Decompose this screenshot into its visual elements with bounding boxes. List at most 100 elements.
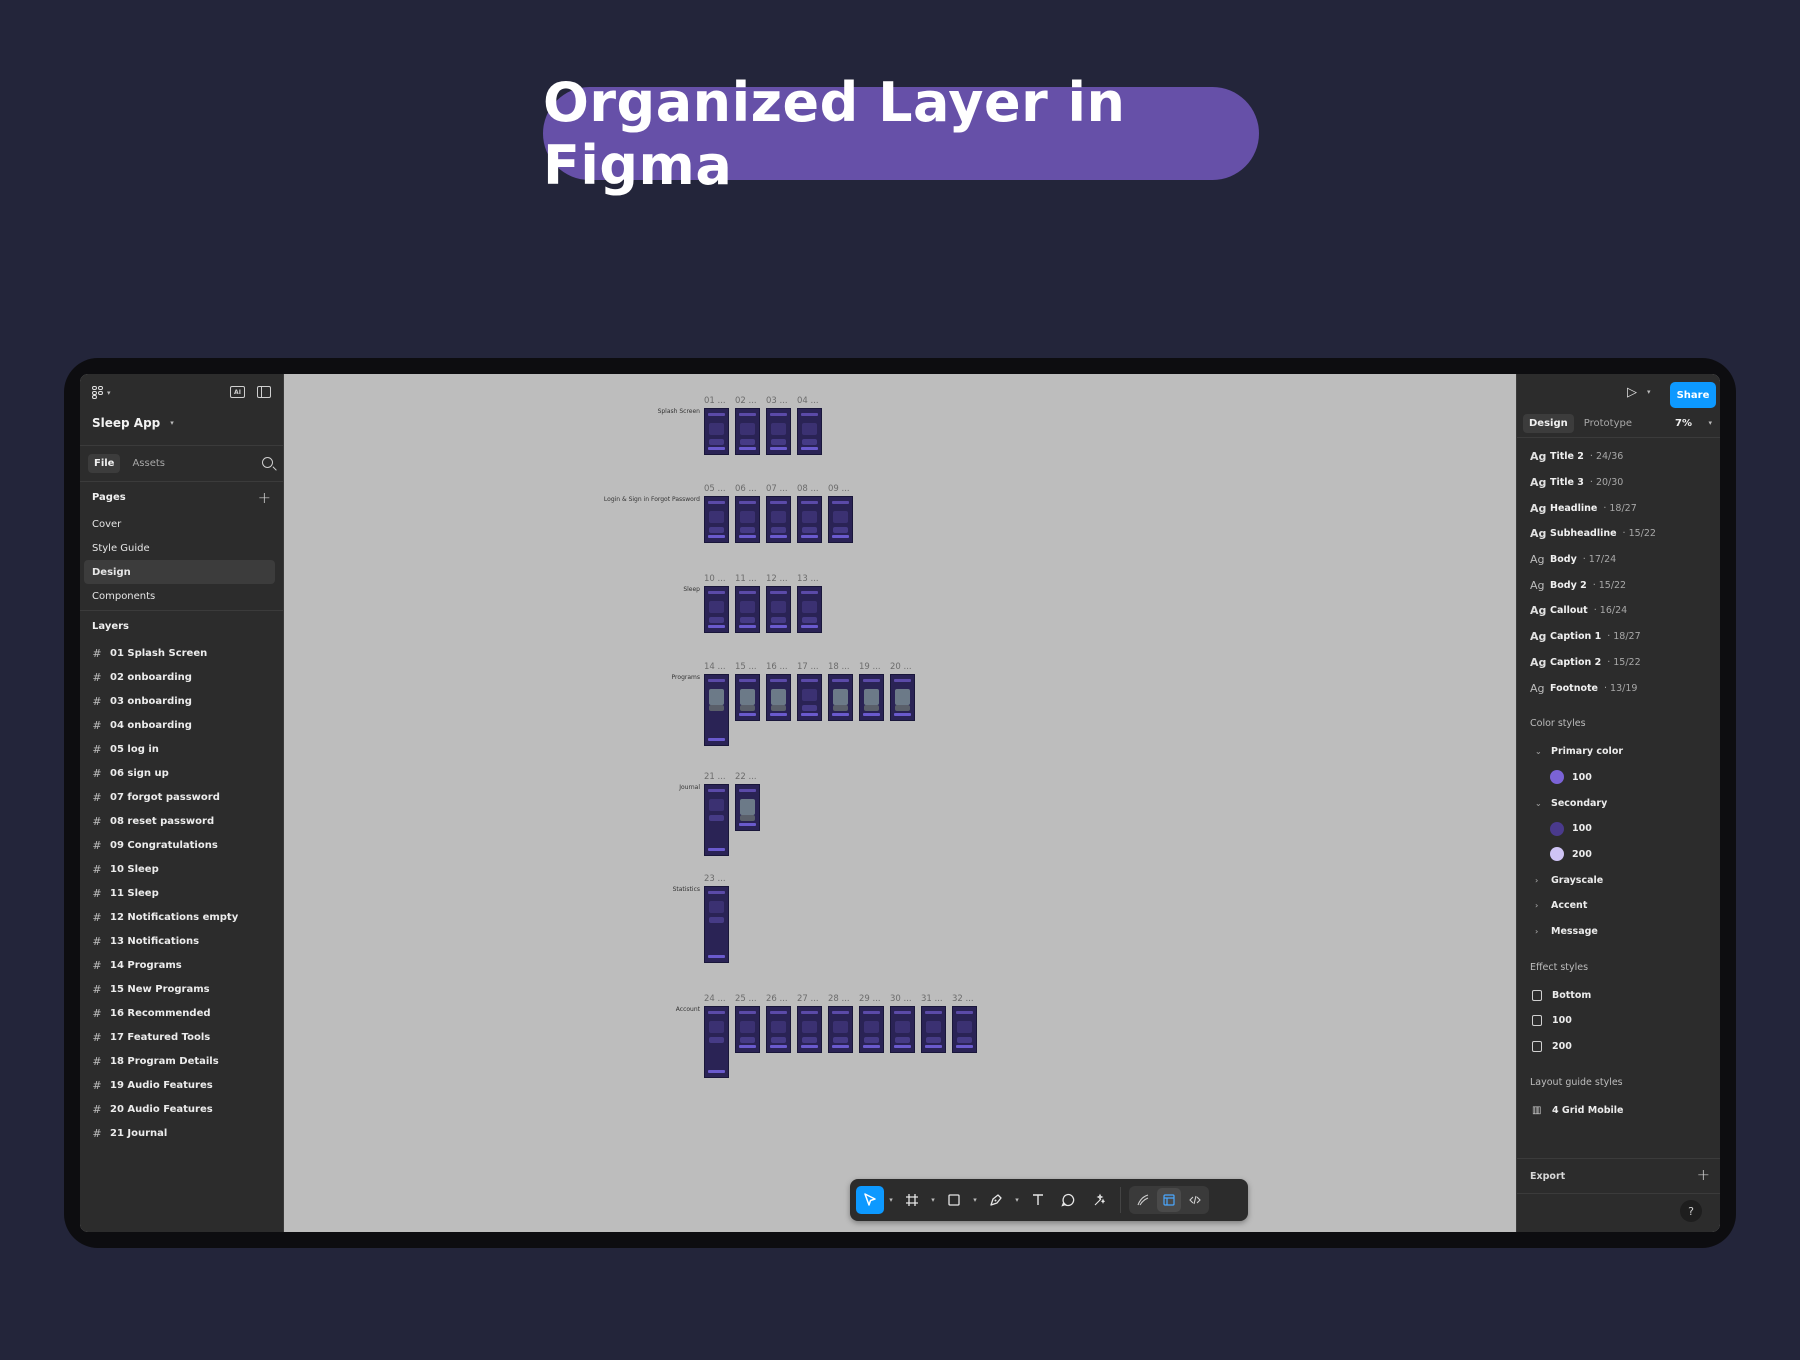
frame-thumbnail[interactable] <box>921 1006 946 1053</box>
layer-item[interactable]: #18 Program Details <box>80 1049 283 1073</box>
frame-thumbnail[interactable] <box>735 784 760 831</box>
page-item-cover[interactable]: Cover <box>84 512 275 536</box>
color-group-primary[interactable]: ⌄ Primary color <box>1517 739 1720 765</box>
color-group-collapsed[interactable]: › Grayscale <box>1517 867 1720 893</box>
comment-tool-icon[interactable] <box>1054 1186 1082 1214</box>
layer-item[interactable]: #21 Journal <box>80 1121 283 1145</box>
frame-thumbnail[interactable] <box>766 1006 791 1053</box>
layer-item[interactable]: #03 onboarding <box>80 689 283 713</box>
rectangle-tool-icon[interactable] <box>940 1186 968 1214</box>
frame-thumbnail[interactable] <box>890 1006 915 1053</box>
text-style-item[interactable]: Ag Caption 2 · 15/22 <box>1517 650 1720 676</box>
frame-thumbnail[interactable] <box>766 586 791 633</box>
frame-thumbnail[interactable] <box>828 674 853 721</box>
text-tool-icon[interactable] <box>1024 1186 1052 1214</box>
tab-design[interactable]: Design <box>1523 414 1574 433</box>
layer-item[interactable]: #10 Sleep <box>80 857 283 881</box>
frame-thumbnail[interactable] <box>704 408 729 455</box>
layer-item[interactable]: #02 onboarding <box>80 665 283 689</box>
layer-item[interactable]: #05 log in <box>80 737 283 761</box>
dev-mode-icon[interactable] <box>1183 1188 1207 1212</box>
frame-thumbnail[interactable] <box>704 496 729 543</box>
zoom-level[interactable]: 7% <box>1675 418 1692 429</box>
frame-thumbnail[interactable] <box>766 674 791 721</box>
frame-thumbnail[interactable] <box>704 784 729 856</box>
text-style-item[interactable]: Ag Headline · 18/27 <box>1517 495 1720 521</box>
color-group-secondary[interactable]: ⌄ Secondary <box>1517 790 1720 816</box>
frame-thumbnail[interactable] <box>704 674 729 746</box>
color-style-item[interactable]: 200 <box>1517 842 1720 868</box>
frame-thumbnail[interactable] <box>735 496 760 543</box>
frame-thumbnail[interactable] <box>704 1006 729 1078</box>
frame-thumbnail[interactable] <box>828 496 853 543</box>
help-button[interactable]: ? <box>1680 1200 1702 1222</box>
frame-thumbnail[interactable] <box>797 674 822 721</box>
color-group-collapsed[interactable]: › Message <box>1517 919 1720 945</box>
text-style-item[interactable]: Ag Footnote · 13/19 <box>1517 675 1720 701</box>
chevron-down-icon[interactable]: ▾ <box>1647 388 1651 396</box>
effect-style-item[interactable]: 100 <box>1517 1008 1720 1034</box>
layer-item[interactable]: #06 sign up <box>80 761 283 785</box>
frame-thumbnail[interactable] <box>797 586 822 633</box>
frame-thumbnail[interactable] <box>735 586 760 633</box>
chevron-down-icon[interactable]: ▾ <box>1012 1196 1022 1204</box>
add-page-icon[interactable]: + <box>258 488 271 507</box>
frame-thumbnail[interactable] <box>859 674 884 721</box>
layer-item[interactable]: #13 Notifications <box>80 929 283 953</box>
ai-icon[interactable]: AI <box>230 386 245 398</box>
layer-item[interactable]: #16 Recommended <box>80 1001 283 1025</box>
frame-thumbnail[interactable] <box>704 586 729 633</box>
add-export-icon[interactable]: + <box>1697 1165 1710 1184</box>
design-canvas[interactable]: Splash Screen 01 ... 02 ... 03 ... 04 ... Log… <box>284 374 1516 1232</box>
layout-guide-item[interactable]: ▥ 4 Grid Mobile <box>1517 1097 1720 1123</box>
tab-file[interactable]: File <box>88 454 121 473</box>
draw-mode-icon[interactable] <box>1131 1188 1155 1212</box>
page-item-components[interactable]: Components <box>84 584 275 608</box>
page-item-design[interactable]: Design <box>84 560 275 584</box>
text-style-item[interactable]: Ag Body 2 · 15/22 <box>1517 572 1720 598</box>
frame-thumbnail[interactable] <box>766 496 791 543</box>
frame-thumbnail[interactable] <box>766 408 791 455</box>
layer-item[interactable]: #19 Audio Features <box>80 1073 283 1097</box>
frame-thumbnail[interactable] <box>859 1006 884 1053</box>
search-icon[interactable] <box>262 457 273 468</box>
frame-thumbnail[interactable] <box>797 496 822 543</box>
text-style-item[interactable]: Ag Subheadline · 15/22 <box>1517 521 1720 547</box>
frame-thumbnail[interactable] <box>735 1006 760 1053</box>
actions-tool-icon[interactable] <box>1084 1186 1112 1214</box>
layer-item[interactable]: #09 Congratulations <box>80 833 283 857</box>
chevron-down-icon[interactable]: ▾ <box>928 1196 938 1204</box>
frame-thumbnail[interactable] <box>828 1006 853 1053</box>
layer-item[interactable]: #01 Splash Screen <box>80 641 283 665</box>
layer-item[interactable]: #08 reset password <box>80 809 283 833</box>
color-style-item[interactable]: 100 <box>1517 765 1720 791</box>
frame-tool-icon[interactable] <box>898 1186 926 1214</box>
color-group-collapsed[interactable]: › Accent <box>1517 893 1720 919</box>
layer-item[interactable]: #15 New Programs <box>80 977 283 1001</box>
frame-thumbnail[interactable] <box>735 674 760 721</box>
frame-thumbnail[interactable] <box>797 408 822 455</box>
chevron-down-icon[interactable]: ▾ <box>1708 419 1712 427</box>
layer-item[interactable]: #17 Featured Tools <box>80 1025 283 1049</box>
project-name-button[interactable]: Sleep App ▾ <box>92 416 174 430</box>
layer-item[interactable]: #14 Programs <box>80 953 283 977</box>
layer-item[interactable]: #12 Notifications empty <box>80 905 283 929</box>
main-menu-button[interactable]: ▾ <box>92 386 111 399</box>
effect-style-item[interactable]: Bottom <box>1517 982 1720 1008</box>
layer-item[interactable]: #07 forgot password <box>80 785 283 809</box>
present-play-icon[interactable]: ▷ <box>1627 385 1637 400</box>
chevron-down-icon[interactable]: ▾ <box>886 1196 896 1204</box>
frame-thumbnail[interactable] <box>704 886 729 963</box>
frame-thumbnail[interactable] <box>952 1006 977 1053</box>
layer-item[interactable]: #20 Audio Features <box>80 1097 283 1121</box>
text-style-item[interactable]: Ag Caption 1 · 18/27 <box>1517 624 1720 650</box>
move-tool-icon[interactable] <box>856 1186 884 1214</box>
tab-prototype[interactable]: Prototype <box>1578 414 1638 433</box>
text-style-item[interactable]: Ag Title 3 · 20/30 <box>1517 470 1720 496</box>
frame-thumbnail[interactable] <box>890 674 915 721</box>
color-style-item[interactable]: 100 <box>1517 816 1720 842</box>
effect-style-item[interactable]: 200 <box>1517 1034 1720 1060</box>
frame-thumbnail[interactable] <box>735 408 760 455</box>
layer-item[interactable]: #04 onboarding <box>80 713 283 737</box>
design-mode-icon[interactable] <box>1157 1188 1181 1212</box>
